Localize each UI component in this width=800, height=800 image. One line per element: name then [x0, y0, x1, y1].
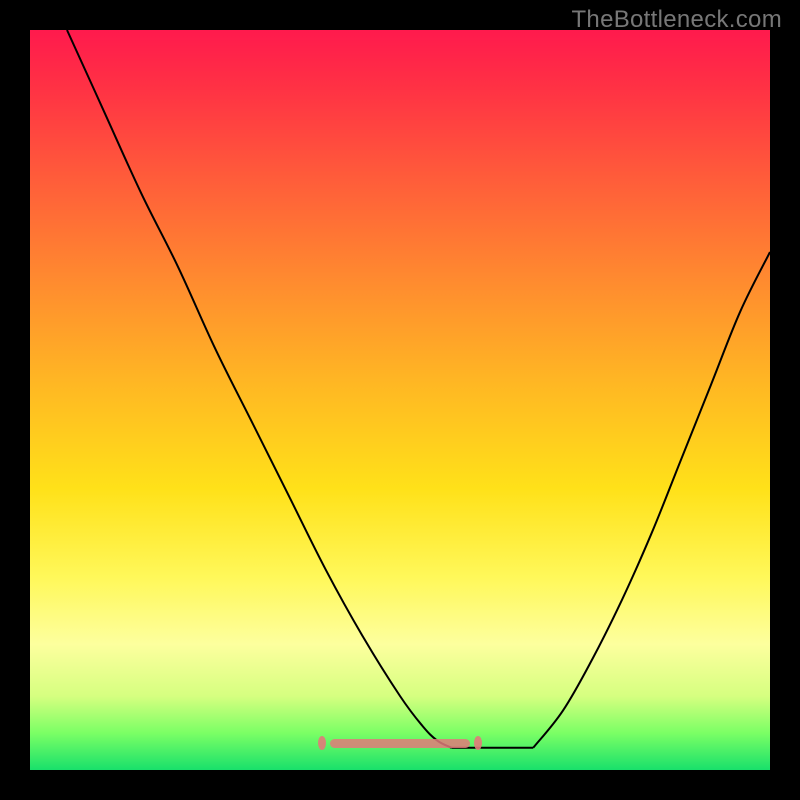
series-left-curve [67, 30, 452, 748]
plot-area [30, 30, 770, 770]
chart-curves [30, 30, 770, 770]
series-right-curve [533, 252, 770, 748]
chart-frame: TheBottleneck.com [0, 0, 800, 800]
